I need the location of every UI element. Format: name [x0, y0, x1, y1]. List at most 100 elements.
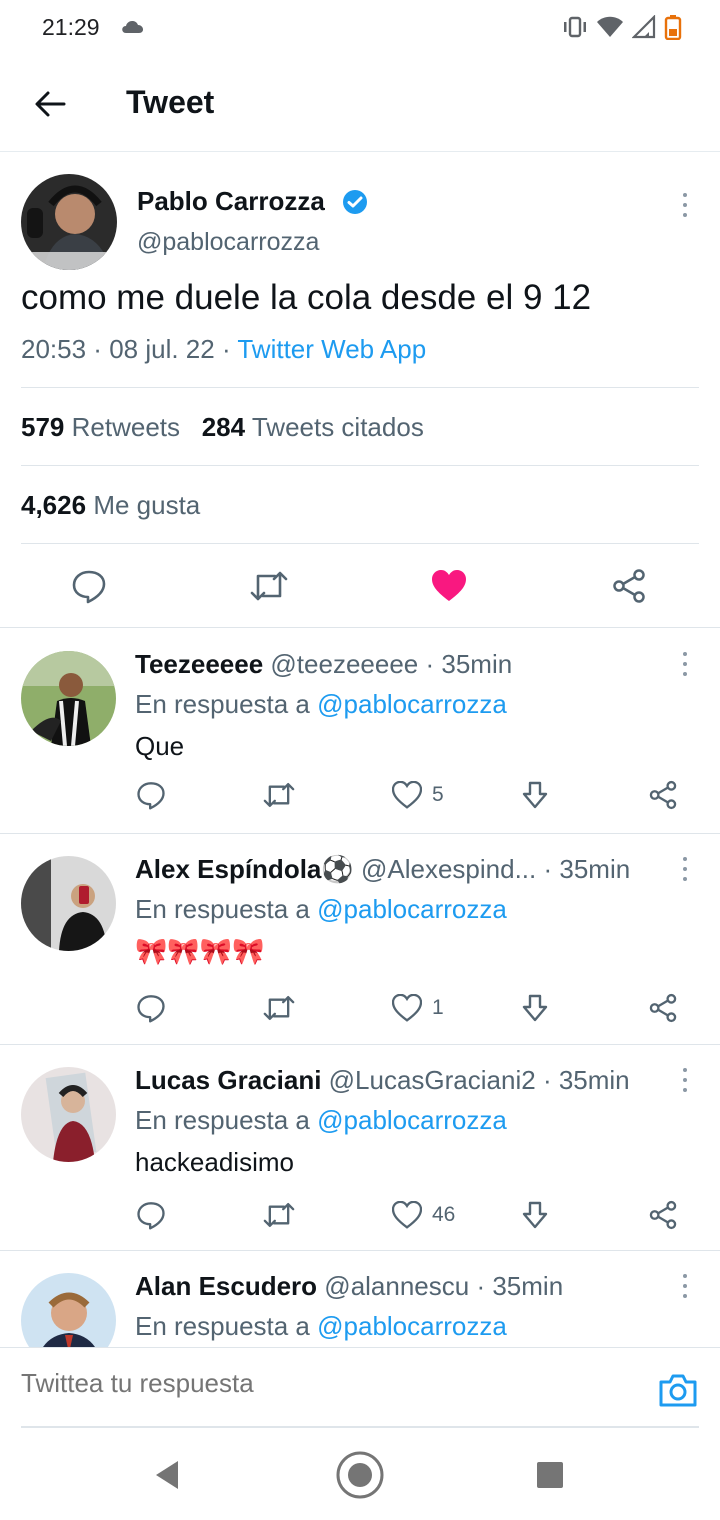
reply-item[interactable]: Alex Espíndola⚽ @Alexespind... · 35min E… [0, 834, 720, 1045]
arrow-left-icon [35, 91, 66, 117]
more-options-icon[interactable] [675, 190, 695, 220]
like-count: 46 [432, 1203, 456, 1226]
signal-icon [631, 14, 656, 44]
likes-stats[interactable]: 4,626 Me gusta [21, 490, 200, 521]
reply-author-handle[interactable]: @teezeeeee [270, 649, 418, 679]
avatar-image [21, 1273, 116, 1347]
reply-icon[interactable] [136, 990, 166, 1026]
more-options-icon[interactable] [675, 854, 695, 884]
download-icon[interactable] [520, 1197, 550, 1233]
status-icons [562, 14, 682, 45]
reply-prefix: En respuesta a [135, 1105, 310, 1135]
tweet-date: 08 jul. 22 [109, 334, 215, 364]
heart-icon [392, 994, 422, 1022]
avatar[interactable] [21, 1273, 116, 1347]
likes-count: 4,626 [21, 490, 87, 520]
avatar[interactable] [21, 856, 116, 951]
avatar[interactable] [21, 1067, 116, 1162]
author-handle[interactable]: @pablocarrozza [137, 228, 319, 257]
recents-nav-icon[interactable] [525, 1450, 575, 1500]
divider [21, 387, 699, 388]
reply-icon[interactable] [136, 777, 166, 813]
reply-item[interactable]: Alan Escudero @alannescu · 35min En resp… [0, 1251, 720, 1347]
reply-header: Teezeeeee @teezeeeee · 35min [135, 649, 513, 679]
quotes-stat[interactable]: 284 Tweets citados [202, 412, 424, 442]
reply-header: Lucas Graciani @LucasGraciani2 · 35min [135, 1065, 630, 1095]
like-count: 5 [432, 783, 444, 806]
reply-header: Alan Escudero @alannescu · 35min [135, 1271, 564, 1301]
retweet-stats: 579 Retweets 284 Tweets citados [21, 412, 424, 443]
reply-author-handle[interactable]: @alannescu [324, 1271, 469, 1301]
vibrate-icon [562, 15, 588, 44]
share-icon[interactable] [648, 1197, 678, 1233]
battery-icon [664, 14, 682, 45]
cloud-icon [120, 18, 146, 39]
download-icon[interactable] [520, 990, 550, 1026]
like-icon-active[interactable] [429, 566, 469, 606]
divider [21, 543, 699, 544]
reply-item[interactable]: Lucas Graciani @LucasGraciani2 · 35min E… [0, 1045, 720, 1251]
share-icon[interactable] [648, 777, 678, 813]
reply-actions: 46 [0, 1197, 720, 1237]
share-icon[interactable] [609, 566, 649, 606]
avatar-image [21, 651, 116, 746]
compose-reply-bar [0, 1347, 720, 1428]
tweet-action-bar [0, 548, 720, 628]
tweet-text: como me duele la cola desde el 9 12 [21, 278, 592, 317]
avatar-image [21, 1067, 116, 1162]
author-name[interactable]: Pablo Carrozza [137, 186, 325, 217]
reply-actions: 5 [0, 777, 720, 817]
reply-time: 35min [558, 1065, 630, 1095]
avatar[interactable] [21, 174, 117, 270]
reply-context: En respuesta a @pablocarrozza [135, 689, 507, 720]
reply-actions: 1 [0, 990, 720, 1030]
heart-icon [392, 781, 422, 809]
retweet-icon[interactable] [249, 566, 289, 606]
retweet-icon[interactable] [262, 990, 296, 1026]
share-icon[interactable] [648, 990, 678, 1026]
reply-author-name[interactable]: Alex Espíndola⚽ [135, 854, 354, 884]
avatar[interactable] [21, 651, 116, 746]
mention-link[interactable]: @pablocarrozza [317, 894, 507, 924]
quotes-label: Tweets citados [251, 412, 424, 442]
reply-text: 🎀🎀🎀🎀 [135, 936, 265, 966]
tweet-time: 20:53 [21, 334, 87, 364]
status-time: 21:29 [42, 14, 100, 40]
reply-author-name[interactable]: Alan Escudero [135, 1271, 317, 1301]
retweet-icon[interactable] [262, 777, 296, 813]
reply-item[interactable]: Teezeeeee @teezeeeee · 35min En respuest… [0, 629, 720, 834]
back-nav-icon[interactable] [142, 1450, 192, 1500]
camera-icon[interactable] [658, 1372, 698, 1413]
reply-icon[interactable] [136, 1197, 166, 1233]
reply-author-name[interactable]: Lucas Graciani [135, 1065, 321, 1095]
like-button[interactable]: 1 [392, 990, 444, 1026]
reply-context: En respuesta a @pablocarrozza [135, 1311, 507, 1342]
page-title: Tweet [126, 84, 215, 120]
input-underline [21, 1426, 699, 1428]
mention-link[interactable]: @pablocarrozza [317, 1105, 507, 1135]
reply-author-handle[interactable]: @LucasGraciani2 [329, 1065, 536, 1095]
like-button[interactable]: 5 [392, 777, 444, 813]
more-options-icon[interactable] [675, 649, 695, 679]
reply-prefix: En respuesta a [135, 894, 310, 924]
more-options-icon[interactable] [675, 1065, 695, 1095]
mention-link[interactable]: @pablocarrozza [317, 689, 507, 719]
likes-label: Me gusta [93, 490, 201, 520]
reply-input[interactable] [21, 1368, 621, 1399]
mention-link[interactable]: @pablocarrozza [317, 1311, 507, 1341]
reply-text: Que [135, 731, 185, 761]
tweet-source-link[interactable]: Twitter Web App [237, 334, 426, 364]
reply-time: 35min [441, 649, 513, 679]
reply-author-handle[interactable]: @Alexespind... [361, 854, 536, 884]
reply-context: En respuesta a @pablocarrozza [135, 894, 507, 925]
reply-icon[interactable] [69, 566, 109, 606]
like-button[interactable]: 46 [392, 1197, 455, 1233]
status-bar: 21:29 [0, 0, 720, 56]
more-options-icon[interactable] [675, 1271, 695, 1301]
home-nav-icon[interactable] [335, 1450, 385, 1500]
back-button[interactable] [28, 82, 72, 126]
download-icon[interactable] [520, 777, 550, 813]
retweets-stat[interactable]: 579 Retweets [21, 412, 180, 442]
reply-author-name[interactable]: Teezeeeee [135, 649, 263, 679]
retweet-icon[interactable] [262, 1197, 296, 1233]
